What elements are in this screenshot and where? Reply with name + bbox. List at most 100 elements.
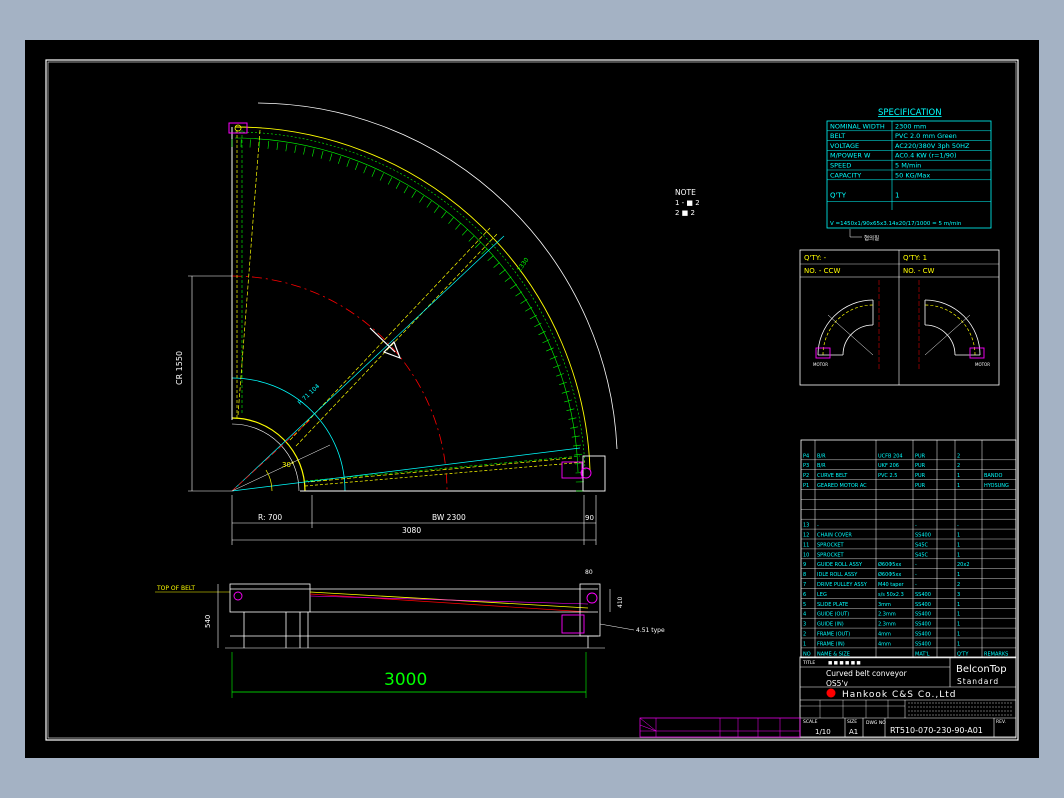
part-material: - bbox=[915, 562, 917, 568]
dir-right-qty: Q'TY: 1 bbox=[903, 254, 927, 262]
part-remark: REMARKS bbox=[984, 651, 1008, 657]
part-qty: 1 bbox=[957, 641, 960, 647]
part-material: SS400 bbox=[915, 533, 931, 539]
spec-formula: V =1450x1/90x65x3.14x20/17/1000 = 5 m/mi… bbox=[830, 221, 962, 227]
spec-row-label: SPEED bbox=[830, 162, 851, 170]
part-material: SS400 bbox=[915, 612, 931, 618]
spec-row-value: 50 KG/Max bbox=[895, 171, 930, 179]
part-no: 9 bbox=[803, 562, 806, 568]
part-name: SLIDE PLATE bbox=[817, 602, 848, 608]
part-spec: PVC 2.5 bbox=[878, 473, 897, 479]
part-no: 7 bbox=[803, 582, 806, 588]
part-material: PUR bbox=[915, 463, 926, 469]
spec-row-value: 2300 mm bbox=[895, 122, 926, 130]
spec-row-label: BELT bbox=[830, 132, 845, 140]
dim-right-text: 410 bbox=[617, 596, 624, 608]
part-material: - bbox=[915, 523, 917, 529]
part-no: P3 bbox=[803, 463, 809, 469]
part-qty: 20x2 bbox=[957, 562, 970, 568]
part-material: - bbox=[915, 572, 917, 578]
part-name: LEG bbox=[817, 592, 827, 598]
part-qty: 2 bbox=[957, 453, 960, 459]
company-logo-icon bbox=[826, 688, 836, 698]
spec-row-label: CAPACITY bbox=[830, 171, 861, 179]
part-spec: UCFB 204 bbox=[878, 453, 903, 459]
part-no: 3 bbox=[803, 622, 806, 628]
part-spec: 2.3mm bbox=[878, 612, 896, 618]
part-qty: 1 bbox=[957, 632, 960, 638]
part-material: SS400 bbox=[915, 641, 931, 647]
part-qty: Q'TY bbox=[957, 651, 969, 657]
part-qty: 1 bbox=[957, 612, 960, 618]
size-label: SIZE bbox=[847, 719, 857, 725]
part-material: S45C bbox=[915, 552, 929, 558]
part-qty: 1 bbox=[957, 572, 960, 578]
part-qty: 1 bbox=[957, 473, 960, 479]
cad-drawing-canvas: CR 1550 R: 700 BW 2300 90 3080 30° 2330 … bbox=[25, 40, 1039, 758]
part-name: SPROCKET bbox=[817, 542, 845, 548]
part-spec: Ø60Φ5xx bbox=[878, 561, 901, 568]
title-kr: ■ ■ ■ ■ ■ ■ bbox=[828, 661, 861, 666]
scale-value: 1/10 bbox=[815, 728, 831, 736]
dim-90-text: 90 bbox=[585, 514, 594, 522]
dim-bw-text: BW 2300 bbox=[432, 513, 466, 522]
dim-note-ls: 4.51 type bbox=[636, 627, 665, 634]
top-of-belt-label: TOP OF BELT bbox=[156, 585, 195, 592]
spec-row-label: VOLTAGE bbox=[830, 142, 859, 150]
part-spec: s/s 50x2.3 bbox=[878, 592, 904, 598]
part-spec: UKF 206 bbox=[878, 463, 899, 469]
part-material: PUR bbox=[915, 473, 926, 479]
part-name: CURVE BELT bbox=[817, 473, 848, 479]
part-material: SS400 bbox=[915, 622, 931, 628]
brand-standard: Standard bbox=[957, 677, 999, 686]
title-line1: Curved belt conveyor bbox=[826, 669, 908, 678]
dir-left-no: NO. - CCW bbox=[804, 267, 840, 275]
dim-height-text: 540 bbox=[204, 615, 212, 628]
dir-left-qty: Q'TY: - bbox=[804, 254, 827, 262]
rev-label: REV. bbox=[996, 719, 1006, 725]
part-qty: 3 bbox=[957, 592, 960, 598]
part-material: MAT'L bbox=[915, 651, 930, 657]
part-no: P4 bbox=[803, 453, 809, 459]
spec-row-value: AC0.4 KW (r=1/90) bbox=[895, 152, 957, 160]
dim-3000-text: 3000 bbox=[384, 670, 427, 690]
part-material: SS400 bbox=[915, 592, 931, 598]
part-no: 6 bbox=[803, 592, 806, 598]
brand-name: BelconTop bbox=[956, 664, 1007, 675]
note-line1: 1 - ■ 2 bbox=[675, 199, 700, 207]
part-no: 8 bbox=[803, 572, 806, 578]
part-no: 4 bbox=[803, 612, 806, 618]
dir-right-no: NO. - CW bbox=[903, 267, 935, 275]
title-line2: OS5'v bbox=[826, 679, 848, 688]
dwg-label: DWG NO bbox=[866, 720, 886, 726]
part-no: P2 bbox=[803, 473, 809, 479]
company-name: Hankook C&S Co.,Ltd bbox=[842, 690, 956, 700]
dim-total-text: 3080 bbox=[402, 526, 421, 535]
part-material: - bbox=[915, 582, 917, 588]
part-qty: 1 bbox=[957, 542, 960, 548]
part-spec: 3mm bbox=[878, 602, 891, 608]
part-name: DRIVE PULLEY ASSY bbox=[817, 582, 868, 588]
part-qty: 1 bbox=[957, 533, 960, 539]
part-qty: 1 bbox=[957, 602, 960, 608]
title-label: TITLE bbox=[802, 660, 815, 666]
dim-r-outer-text: CR 1550 bbox=[175, 351, 184, 385]
part-spec: 2.3mm bbox=[878, 622, 896, 628]
spec-title: SPECIFICATION bbox=[878, 108, 942, 118]
part-name: GUIDE (IN) bbox=[817, 622, 844, 628]
part-spec: M40 taper bbox=[878, 582, 905, 588]
part-name: GUIDE (OUT) bbox=[817, 612, 849, 618]
part-qty: 1 bbox=[957, 552, 960, 558]
part-no: 10 bbox=[803, 552, 809, 558]
part-name: FRAME (IN) bbox=[817, 641, 845, 647]
part-name: IDLE ROLL ASSY bbox=[817, 572, 858, 578]
spec-row-value: 5 M/min bbox=[895, 162, 921, 170]
part-material: SS400 bbox=[915, 632, 931, 638]
part-spec: Ø60Φ5xx bbox=[878, 571, 901, 578]
part-no: 12 bbox=[803, 533, 809, 539]
part-no: 11 bbox=[803, 542, 809, 548]
part-name: GUIDE ROLL ASSY bbox=[817, 562, 863, 568]
scale-label: SCALE bbox=[803, 719, 818, 725]
spec-row-value: AC220/380V 3ph 50HZ bbox=[895, 142, 970, 150]
part-no: 5 bbox=[803, 602, 806, 608]
